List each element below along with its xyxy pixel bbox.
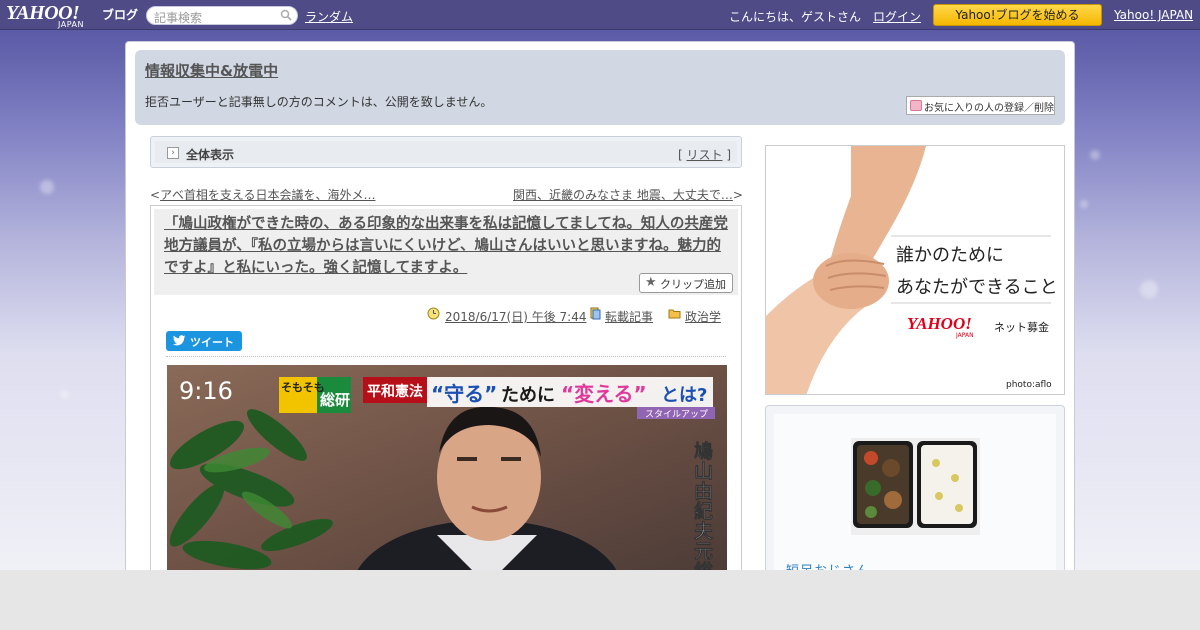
tv-corner-a: そもそも	[281, 381, 325, 394]
search-icon[interactable]	[280, 9, 292, 21]
expand-icon: ›	[167, 147, 179, 159]
bento-image	[851, 438, 980, 535]
tv-still-image: 9:16 そもそも 総研 平和憲法 “守る” ために “変える” とは? スタイ…	[167, 365, 727, 585]
folder-icon	[668, 309, 681, 319]
yahoo-japan-link[interactable]: Yahoo! JAPAN	[1114, 8, 1193, 22]
profile-avatar[interactable]	[851, 438, 980, 535]
search-placeholder: 記事検索	[154, 11, 203, 25]
ad-photo-credit: photo:aflo	[1006, 380, 1052, 390]
clip-add-button[interactable]: ★ クリップ追加	[639, 273, 733, 293]
clock-icon	[427, 307, 440, 320]
logo-product: ブログ	[102, 8, 139, 22]
article-photo: 9:16 そもそも 総研 平和憲法 “守る” ために “変える” とは? スタイ…	[167, 365, 727, 585]
tweet-button[interactable]: ツイート	[166, 331, 242, 351]
login-link[interactable]: ログイン	[873, 8, 921, 25]
favorite-button-label: お気に入りの人の登録／削除	[924, 103, 1054, 114]
handshake-image	[766, 146, 1064, 394]
prev-article-nav: <アベ首相を支える日本会議を、海外メ…	[150, 186, 375, 203]
tv-tag: 平和憲法	[367, 383, 423, 400]
list-view-toggle: [ リスト ]	[677, 148, 731, 162]
article-date[interactable]: 2018/6/17(日) 午後 7:44	[445, 308, 586, 325]
category-link[interactable]: 政治学	[685, 308, 721, 325]
page-footer-area	[0, 570, 1200, 630]
view-all-label: 全体表示	[186, 148, 235, 162]
next-marker: >	[732, 188, 743, 202]
ad-brand: YAHOO!	[907, 314, 972, 333]
greeting-text: こんにちは、ゲストさん	[729, 10, 862, 24]
next-article-link[interactable]: 関西、近畿のみなさま 地震、大丈夫で…	[513, 188, 733, 202]
divider	[166, 356, 726, 357]
heart-icon	[910, 100, 922, 111]
tv-headline-mid: ために	[501, 385, 555, 406]
logo-japan: JAPAN	[58, 20, 84, 29]
tv-headline-end: とは?	[661, 385, 707, 406]
prev-marker: <	[150, 188, 161, 202]
tweet-label: ツイート	[190, 336, 234, 349]
start-blog-button[interactable]: Yahoo!ブログを始める	[933, 4, 1102, 26]
star-icon: ★	[645, 275, 657, 290]
prev-article-link[interactable]: アベ首相を支える日本会議を、海外メ…	[160, 188, 375, 202]
tv-clock: 9:16	[179, 377, 233, 405]
article-title[interactable]: 「鳩山政権ができた時の、ある印象的な出来事を私は記憶してましてね。知人の共産党地…	[164, 213, 729, 279]
search-input[interactable]: 記事検索	[146, 6, 298, 25]
article-card: 「鳩山政権ができた時の、ある印象的な出来事を私は記憶してましてね。知人の共産党地…	[150, 205, 742, 585]
blog-header: 情報収集中&放電中 拒否ユーザーと記事無しの方のコメントは、公開を致しません。 …	[135, 50, 1065, 125]
ad-line-1: 誰かのために	[896, 245, 1004, 266]
favorite-register-button[interactable]: お気に入りの人の登録／削除	[906, 96, 1055, 115]
tv-headline-q1: “守る”	[431, 382, 497, 406]
list-link[interactable]: リスト	[686, 148, 722, 162]
view-mode-bar: › 全体表示 [ リスト ]	[150, 136, 742, 168]
tv-headline-q2: “変える”	[561, 382, 647, 406]
tv-style-up: スタイルアップ	[645, 409, 708, 420]
repost-icon	[590, 307, 601, 320]
twitter-bird-icon	[173, 335, 186, 346]
ad-line-2: あなたができること	[896, 277, 1058, 298]
blog-title[interactable]: 情報収集中&放電中	[145, 60, 278, 81]
article-header: 「鳩山政権ができた時の、ある印象的な出来事を私は記憶してましてね。知人の共産党地…	[154, 209, 738, 295]
blog-description: 拒否ユーザーと記事無しの方のコメントは、公開を致しません。	[145, 95, 493, 109]
repost-link[interactable]: 転載記事	[605, 308, 653, 325]
next-article-nav: 関西、近畿のみなさま 地震、大丈夫で…>	[513, 186, 743, 203]
ad-service: ネット募金	[994, 321, 1049, 334]
clip-button-label: クリップ追加	[660, 278, 726, 291]
tv-corner-b: 総研	[320, 391, 350, 409]
charity-ad-banner[interactable]: 誰かのために あなたができること YAHOO! JAPAN ネット募金 phot…	[765, 145, 1065, 395]
ad-brand-sub: JAPAN	[956, 332, 974, 339]
profile-box: 短足おじさん	[765, 405, 1065, 589]
random-link[interactable]: ランダム	[305, 8, 353, 25]
tv-caption: 鳩山由紀夫元総理大	[691, 440, 713, 585]
global-header: YAHOO! JAPAN ブログ 記事検索 ランダム こんにちは、ゲストさん ロ…	[0, 0, 1200, 30]
